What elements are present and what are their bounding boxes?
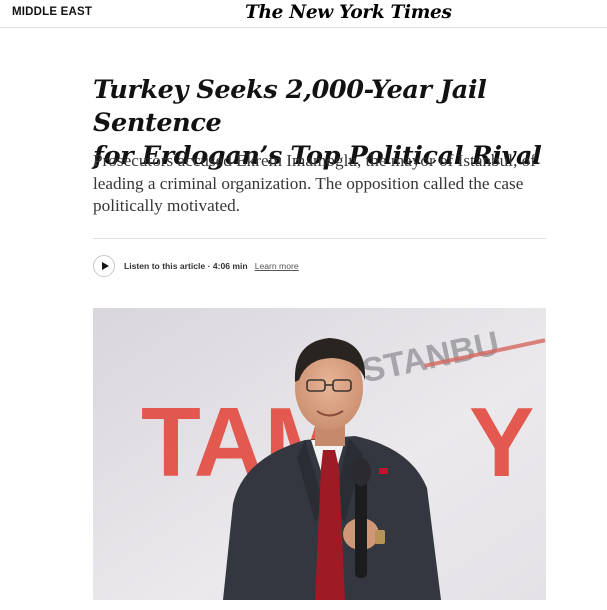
microphone-head bbox=[351, 458, 371, 486]
wristwatch bbox=[375, 530, 385, 544]
nyt-logo[interactable]: The New York Times bbox=[245, 2, 452, 23]
top-bar: MIDDLE EAST The New York Times bbox=[0, 0, 607, 28]
play-button[interactable] bbox=[93, 255, 115, 277]
photo-illustration: STANBU TAM Y bbox=[93, 308, 546, 600]
sign-text-right: Y bbox=[469, 387, 534, 497]
audio-player: Listen to this article · 4:06 min Learn … bbox=[93, 254, 299, 278]
listen-label: Listen to this article · 4:06 min bbox=[124, 261, 248, 271]
learn-more-link[interactable]: Learn more bbox=[255, 261, 299, 271]
play-icon bbox=[101, 262, 109, 270]
article-photo: STANBU TAM Y bbox=[93, 308, 546, 600]
section-link[interactable]: MIDDLE EAST bbox=[12, 6, 92, 18]
article-summary: Prosecutors accused Ekrem Imamoglu, the … bbox=[93, 151, 536, 215]
headline-line-1: Turkey Seeks 2,000-Year Jail Sentence bbox=[93, 75, 487, 138]
lapel-pin bbox=[379, 468, 388, 474]
divider bbox=[93, 238, 546, 239]
